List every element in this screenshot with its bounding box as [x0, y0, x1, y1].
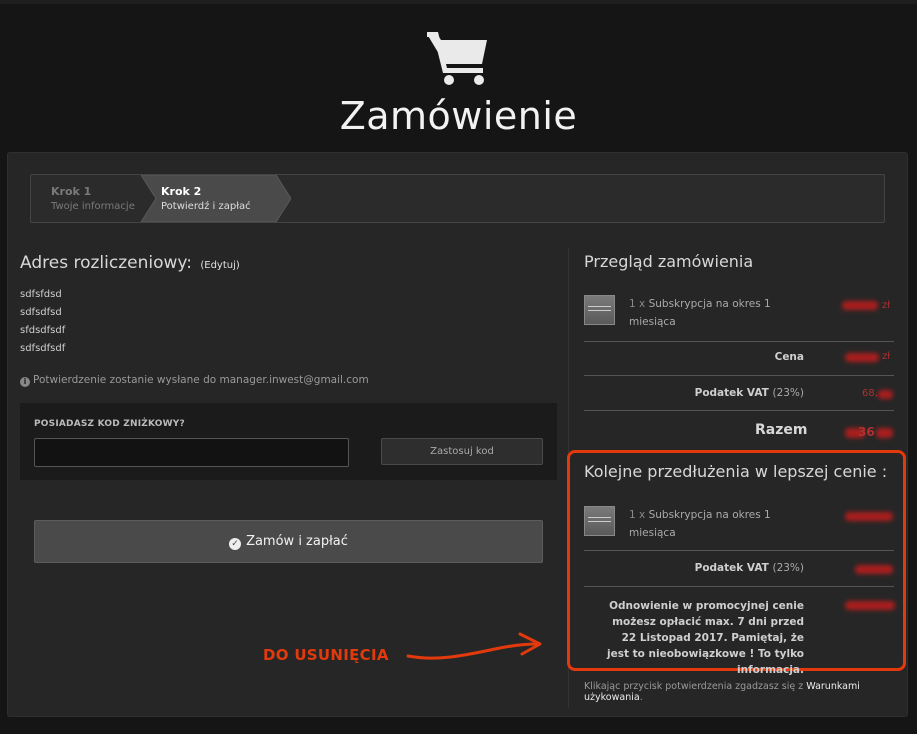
redacted-price	[845, 601, 895, 610]
step-1-title: Krok 1	[51, 185, 92, 198]
discount-label: POSIADASZ KOD ZNIŻKOWY?	[34, 419, 185, 429]
redacted-price	[842, 301, 878, 310]
vat-percent: (23%)	[772, 562, 804, 574]
redacted-price	[878, 390, 893, 399]
vat-label: Podatek VAT	[694, 387, 769, 399]
order-and-pay-button[interactable]: ✓ Zamów i zapłać	[34, 520, 543, 563]
renewal-note: Odnowienie w promocyjnej cenie możesz op…	[606, 600, 804, 676]
product-thumbnail	[584, 506, 615, 536]
summary-divider	[584, 410, 894, 411]
shopping-cart-icon	[427, 32, 487, 85]
redacted-price	[845, 512, 893, 521]
item-quantity: 1 x	[629, 298, 646, 310]
check-circle-icon: ✓	[229, 538, 242, 550]
order-button-label: Zamów i zapłać	[246, 534, 348, 549]
redacted-price	[876, 428, 893, 438]
renewal-divider	[584, 586, 894, 587]
item-name: Subskrypcja na okres 1	[648, 298, 771, 310]
price-suffix: zł	[882, 351, 891, 362]
item-name-line2: miesiąca	[629, 527, 676, 539]
renewal-vat-row-label: Podatek VAT (23%)	[680, 562, 804, 574]
step-1[interactable]: Krok 1 Twoje informacje	[31, 175, 141, 222]
step-2[interactable]: Krok 2 Potwierdź i zapłać	[141, 175, 291, 222]
billing-address-title: Adres rozliczeniowy: (Edytuj)	[20, 253, 240, 273]
address-line: sdfsfdsd	[20, 289, 62, 300]
product-thumbnail	[584, 295, 615, 325]
confirmation-note: i Potwierdzenie zostanie wysłane do manag…	[20, 374, 369, 387]
item-quantity: 1 x	[629, 509, 646, 521]
item-name: Subskrypcja na okres 1	[648, 509, 771, 521]
order-summary-title: Przegląd zamówienia	[584, 252, 754, 271]
terms-end: .	[639, 692, 643, 703]
apply-code-button[interactable]: Zastosuj kod	[381, 438, 543, 465]
checkout-steps: Krok 1 Twoje informacje Krok 2 Potwierdź…	[30, 174, 885, 223]
info-icon: i	[20, 377, 30, 387]
total-value: 36	[858, 425, 875, 439]
top-bar	[0, 0, 917, 4]
price-label: Cena	[774, 351, 804, 363]
renewal-title: Kolejne przedłużenia w lepszej cenie :	[584, 462, 888, 481]
terms-note: Klikając przycisk potwierdzenia zgadzasz…	[584, 681, 917, 703]
confirmation-note-text: Potwierdzenie zostanie wysłane do manage…	[33, 374, 369, 386]
step-2-content: Krok 2 Potwierdź i zapłać	[161, 185, 291, 212]
vat-value: 68,	[862, 388, 878, 399]
annotation-label: DO USUNIĘCIA	[263, 646, 389, 664]
address-line: sfdsdfsdf	[20, 325, 66, 336]
billing-address-label: Adres rozliczeniowy:	[20, 253, 192, 273]
edit-address-link[interactable]: (Edytuj)	[200, 260, 239, 271]
discount-box: POSIADASZ KOD ZNIŻKOWY? Zastosuj kod	[20, 403, 557, 480]
page-title: Zamówienie	[339, 94, 578, 138]
step-2-subtitle: Potwierdź i zapłać	[161, 201, 251, 212]
vat-percent: (23%)	[772, 387, 804, 399]
vat-row-label: Podatek VAT (23%)	[680, 387, 804, 399]
vat-label: Podatek VAT	[694, 562, 769, 574]
renewal-item: 1 x Subskrypcja na okres 1 miesiąca	[629, 506, 771, 542]
redacted-price	[845, 353, 879, 362]
redacted-price	[855, 565, 893, 574]
item-name-line2: miesiąca	[629, 316, 676, 328]
total-label: Razem	[755, 422, 808, 438]
address-line: sdfsdfsdf	[20, 343, 66, 354]
price-suffix: zł	[882, 300, 891, 311]
address-line: sdfsdfsd	[20, 307, 62, 318]
summary-item: 1 x Subskrypcja na okres 1 miesiąca	[629, 295, 771, 331]
summary-divider	[584, 341, 894, 342]
renewal-divider	[584, 550, 894, 551]
summary-divider	[584, 375, 894, 376]
step-2-title: Krok 2	[161, 185, 202, 198]
step-1-subtitle: Twoje informacje	[51, 201, 135, 212]
discount-code-input[interactable]	[34, 438, 349, 467]
annotation-arrow-icon	[406, 632, 542, 660]
terms-text: Klikając przycisk potwierdzenia zgadzasz…	[584, 681, 804, 692]
